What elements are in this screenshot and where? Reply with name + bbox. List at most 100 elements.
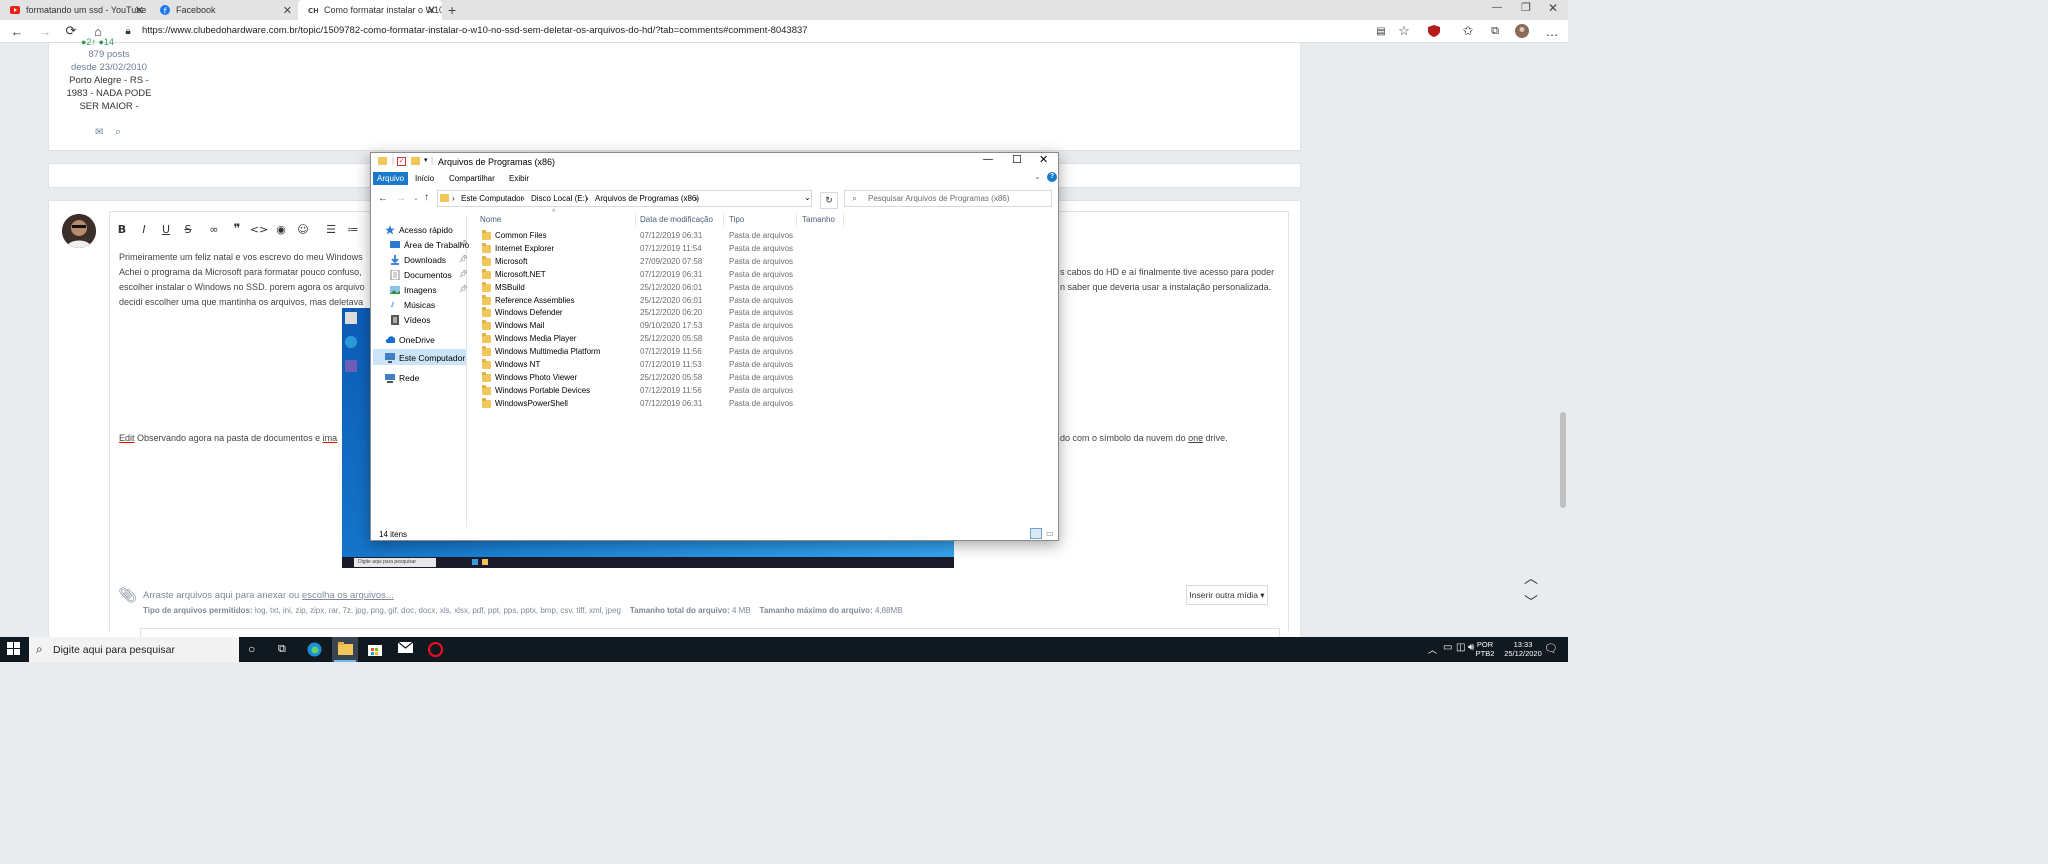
nav-item-network[interactable]: Rede (385, 371, 419, 384)
file-row[interactable]: Windows Media Player 25/12/2020 05:58 Past… (468, 333, 1058, 346)
collections-icon[interactable]: ⧉ (1488, 24, 1502, 38)
nav-item-videos[interactable]: Vídeos (390, 313, 430, 326)
file-row[interactable]: Windows Defender 25/12/2020 06:20 Pasta de… (468, 307, 1058, 320)
show-hidden-icons[interactable]: ︿ (1428, 643, 1437, 656)
address-breadcrumb[interactable]: › Este Computador › Disco Local (E:) › A… (437, 190, 812, 207)
underline-icon[interactable]: U (159, 222, 173, 236)
file-row[interactable]: Windows NT 07/12/2019 11:53 Pasta de arqui… (468, 359, 1058, 372)
up-icon[interactable]: ↑ (424, 192, 429, 203)
reader-icon[interactable]: ▤ (1374, 24, 1388, 38)
pin-icon[interactable]: 📌︎ (459, 285, 468, 293)
breadcrumb-item[interactable]: Arquivos de Programas (x86) (595, 194, 699, 203)
back-icon[interactable]: ← (378, 193, 388, 204)
forward-icon[interactable]: → (396, 193, 406, 204)
minimize-icon[interactable]: — (1492, 2, 1502, 13)
nav-item-this-pc[interactable]: Este Computador (385, 351, 465, 364)
close-window-icon[interactable]: ✕ (1548, 1, 1558, 15)
breadcrumb-item[interactable]: Este Computador (461, 194, 523, 203)
taskbar-search[interactable]: ⌕ Digite aqui para pesquisar (29, 637, 239, 662)
breadcrumb-chevron-icon[interactable]: › (452, 194, 455, 203)
nav-item-quick-access[interactable]: Acesso rápido (385, 223, 453, 236)
maximize-icon[interactable]: ☐ (1012, 153, 1022, 166)
edge-icon[interactable] (307, 642, 322, 657)
nav-item-images[interactable]: Imagens (390, 283, 437, 296)
file-row[interactable]: Windows Multimedia Platform 07/12/2019 11… (468, 346, 1058, 359)
pin-icon[interactable]: 📌︎ (459, 270, 468, 278)
close-tab-icon[interactable]: ✕ (135, 4, 144, 17)
file-row[interactable]: Microsoft.NET 07/12/2019 06:31 Pasta de ar… (468, 268, 1058, 282)
choose-files-link[interactable]: escolha os arquivos... (302, 590, 394, 601)
attachments-area[interactable]: 📎︎ Arraste arquivos aqui para anexar ou … (108, 580, 1280, 620)
opera-icon[interactable] (428, 642, 443, 657)
file-row[interactable]: Common Files 07/12/2019 06:31 Pasta de arq… (468, 230, 1058, 243)
search-icon[interactable]: ⌕ (115, 126, 121, 139)
restore-icon[interactable]: ❐ (1521, 1, 1531, 14)
close-tab-icon[interactable]: ✕ (283, 4, 292, 17)
column-header-type[interactable]: Tipo (729, 215, 744, 224)
link-icon[interactable]: ∞ (207, 222, 221, 236)
recent-dropdown-icon[interactable]: ⌄ (413, 194, 419, 202)
emoji-icon[interactable]: ☺ (296, 222, 310, 236)
close-tab-icon[interactable]: ✕ (427, 4, 436, 17)
nav-item-music[interactable]: ♪ Músicas (390, 298, 435, 311)
address-dropdown-icon[interactable]: ⌄ (804, 193, 811, 202)
column-header-size[interactable]: Tamanho (802, 215, 835, 224)
spoiler-icon[interactable]: ◉ (274, 222, 288, 236)
tab-clubedohardware[interactable]: CH Como formatar instalar o W10 n ✕ (298, 0, 442, 20)
expand-ribbon-icon[interactable]: ⌄ (1034, 172, 1041, 181)
refresh-icon[interactable]: ↻ (820, 192, 838, 209)
close-icon[interactable]: ✕ (1039, 153, 1048, 166)
avatar[interactable] (62, 214, 96, 248)
tab-arquivo[interactable]: Arquivo (373, 172, 409, 185)
nav-item-onedrive[interactable]: OneDrive (385, 333, 435, 346)
column-header-name[interactable]: Nome (480, 215, 501, 224)
network-icon[interactable]: ◫ (1456, 642, 1465, 653)
file-row[interactable]: MSBuild 25/12/2020 06:01 Pasta de arquivos (468, 281, 1058, 295)
explorer-search[interactable]: ⌕ Pesquisar Arquivos de Programas (x86) (844, 190, 1052, 207)
pin-icon[interactable]: 📌︎ (459, 255, 468, 263)
tab-youtube[interactable]: formatando um ssd - YouTube ✕ (0, 0, 150, 20)
nav-item-downloads[interactable]: Downloads (390, 253, 446, 266)
scroll-down-arrow-icon[interactable]: ﹀ (1524, 592, 1538, 612)
home-icon[interactable]: ⌂ (91, 24, 105, 39)
new-folder-icon[interactable] (411, 157, 420, 165)
scroll-up-arrow-icon[interactable]: ︿ (1524, 568, 1538, 588)
insert-media-button[interactable]: Inserir outra mídia ▾ (1186, 585, 1268, 605)
tab-compartilhar[interactable]: Compartilhar (445, 172, 499, 185)
pin-icon[interactable]: 📌︎ (459, 240, 468, 248)
breadcrumb-chevron-icon[interactable]: › (586, 194, 589, 203)
task-view-icon[interactable]: ⧉ (278, 642, 293, 657)
url-text[interactable]: https://www.clubedohardware.com.br/topic… (142, 25, 808, 36)
clock[interactable]: 13:33 25/12/2020 (1503, 640, 1543, 658)
refresh-icon[interactable]: ⟳ (64, 23, 78, 38)
lock-icon[interactable]: 🔒︎ (121, 24, 135, 38)
cortana-icon[interactable]: ○ (248, 642, 263, 657)
battery-icon[interactable]: ▭ (1443, 642, 1452, 653)
file-row[interactable]: Microsoft 27/09/2020 07:58 Pasta de arquiv… (468, 255, 1058, 269)
scrollbar-thumb[interactable] (1560, 412, 1566, 508)
file-row[interactable]: WindowsPowerShell 07/12/2019 06:31 Pasta d… (468, 397, 1058, 411)
more-menu-icon[interactable]: … (1545, 24, 1559, 39)
nav-item-documents[interactable]: Documentos (390, 268, 452, 281)
quick-access-dropdown-icon[interactable]: ▾ (424, 156, 428, 164)
new-tab-icon[interactable]: + (448, 2, 456, 18)
mail-icon[interactable]: ✉ (95, 127, 103, 138)
bold-icon[interactable]: B (115, 222, 129, 236)
nav-item-desktop[interactable]: Área de Trabalho (390, 238, 469, 251)
store-icon[interactable] (368, 642, 383, 657)
breadcrumb-chevron-icon[interactable]: › (695, 194, 698, 203)
file-row[interactable]: Windows Mail 09/10/2020 17:53 Pasta de arq… (468, 320, 1058, 333)
file-row[interactable]: Internet Explorer 07/12/2019 11:54 Pasta d… (468, 242, 1058, 256)
profile-avatar[interactable] (1515, 24, 1529, 38)
numbered-list-icon[interactable]: ≔ (346, 222, 360, 236)
minimize-icon[interactable]: — (983, 154, 993, 165)
code-icon[interactable]: <> (250, 222, 268, 236)
breadcrumb-item[interactable]: Disco Local (E:) (531, 194, 587, 203)
language-indicator[interactable]: POR PTB2 (1470, 640, 1500, 658)
file-row[interactable]: Windows Photo Viewer 25/12/2020 05:58 Past… (468, 371, 1058, 385)
favorite-star-icon[interactable]: ☆ (1397, 23, 1411, 38)
favorites-icon[interactable]: ✩ (1461, 23, 1475, 38)
extension-icon[interactable] (1427, 24, 1441, 38)
tab-inicio[interactable]: Início (411, 172, 438, 185)
bullet-list-icon[interactable]: ☰ (324, 222, 338, 236)
